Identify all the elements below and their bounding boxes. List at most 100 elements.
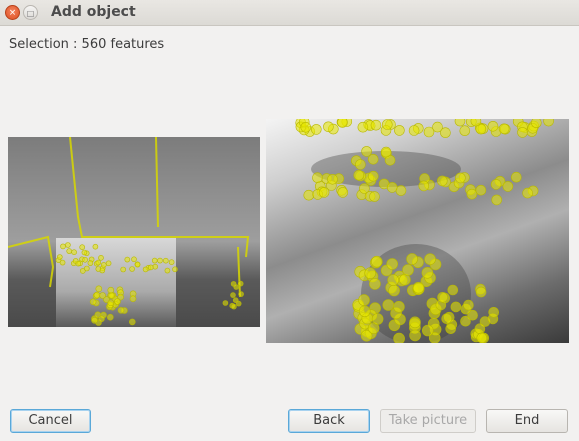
feature-point [369, 191, 380, 202]
feature-point [491, 194, 502, 206]
feature-point [368, 170, 379, 182]
feature-point [56, 254, 63, 260]
feature-point [129, 266, 135, 272]
feature-point [107, 286, 115, 294]
maximize-icon[interactable]: □ [23, 5, 38, 20]
take-picture-button[interactable]: Take picture [380, 409, 476, 433]
feature-point [476, 332, 488, 343]
feature-point [66, 248, 73, 254]
feature-point [386, 182, 398, 193]
feature-point [327, 173, 338, 185]
feature-point [421, 267, 434, 279]
feature-point [393, 332, 405, 343]
feature-point [380, 146, 392, 158]
feature-point [164, 267, 171, 274]
feature-point [142, 266, 149, 273]
feature-point [84, 265, 90, 272]
feature-point [382, 299, 395, 311]
feature-point [163, 257, 169, 264]
feature-point [79, 244, 85, 250]
feature-point [358, 305, 371, 318]
feature-point [474, 323, 486, 334]
feature-point [238, 291, 244, 297]
feature-point [370, 119, 382, 131]
feature-point [454, 119, 466, 127]
feature-point [447, 284, 459, 296]
feature-point [300, 122, 312, 133]
feature-point [522, 187, 533, 199]
feature-point [424, 253, 436, 265]
end-button[interactable]: End [486, 409, 568, 433]
feature-point [120, 266, 126, 273]
feature-point [498, 123, 510, 135]
feature-point [399, 273, 411, 286]
feature-point [460, 315, 471, 327]
feature-points-right [295, 119, 554, 343]
feature-point [394, 125, 405, 136]
feature-point [105, 260, 112, 267]
feature-point [488, 307, 499, 318]
feature-point [89, 298, 97, 306]
feature-point [99, 292, 106, 299]
feature-point [450, 301, 462, 313]
feature-point [409, 329, 421, 342]
feature-point [369, 278, 381, 290]
feature-point [502, 181, 514, 192]
feature-point [323, 121, 334, 133]
feature-point [237, 280, 244, 287]
feature-point [233, 284, 239, 290]
camera-image [8, 137, 260, 327]
feature-point [87, 260, 94, 266]
feature-point [357, 121, 369, 133]
feature-point [517, 127, 528, 138]
feature-point [445, 323, 456, 334]
window-title: Add object [51, 4, 136, 20]
feature-point [337, 119, 348, 128]
feature-point [318, 187, 330, 198]
feature-point [131, 256, 137, 263]
feature-point [65, 242, 71, 248]
feature-point [92, 243, 99, 250]
feature-point [95, 285, 103, 293]
feature-point [91, 317, 98, 324]
feature-point [412, 281, 425, 294]
back-button[interactable]: Back [288, 409, 370, 433]
feature-points-left [55, 242, 244, 326]
feature-point [475, 286, 487, 298]
feature-point [157, 257, 163, 264]
feature-point [95, 266, 102, 272]
feature-point [230, 292, 236, 298]
feature-point [358, 294, 370, 306]
selection-label: Selection : 560 features [9, 37, 165, 52]
feature-point [75, 260, 82, 267]
feature-point [232, 297, 239, 303]
feature-point [475, 184, 487, 196]
feature-point [134, 261, 141, 268]
feature-point [151, 257, 158, 264]
feature-point [406, 253, 418, 265]
feature-point [108, 292, 115, 299]
feature-point [222, 300, 229, 306]
feature-point [101, 262, 107, 268]
feature-point [60, 243, 66, 250]
feature-point [463, 299, 474, 311]
feature-point [71, 249, 77, 255]
feature-point [409, 316, 421, 329]
feature-point [423, 126, 435, 138]
feature-point [382, 119, 393, 130]
feature-point [98, 315, 105, 323]
feature-point [387, 274, 399, 286]
feature-point [364, 267, 376, 279]
feature-point [455, 172, 466, 184]
title-bar: × □ Add object [0, 0, 579, 26]
cancel-button[interactable]: Cancel [10, 409, 91, 433]
feature-point [107, 313, 114, 321]
feature-point [437, 175, 448, 187]
feature-point [395, 185, 407, 196]
feature-point [337, 187, 349, 198]
feature-point [511, 171, 522, 183]
feature-point [303, 189, 315, 201]
feature-point [531, 119, 542, 128]
feature-point [312, 172, 323, 184]
close-icon[interactable]: × [5, 5, 20, 20]
